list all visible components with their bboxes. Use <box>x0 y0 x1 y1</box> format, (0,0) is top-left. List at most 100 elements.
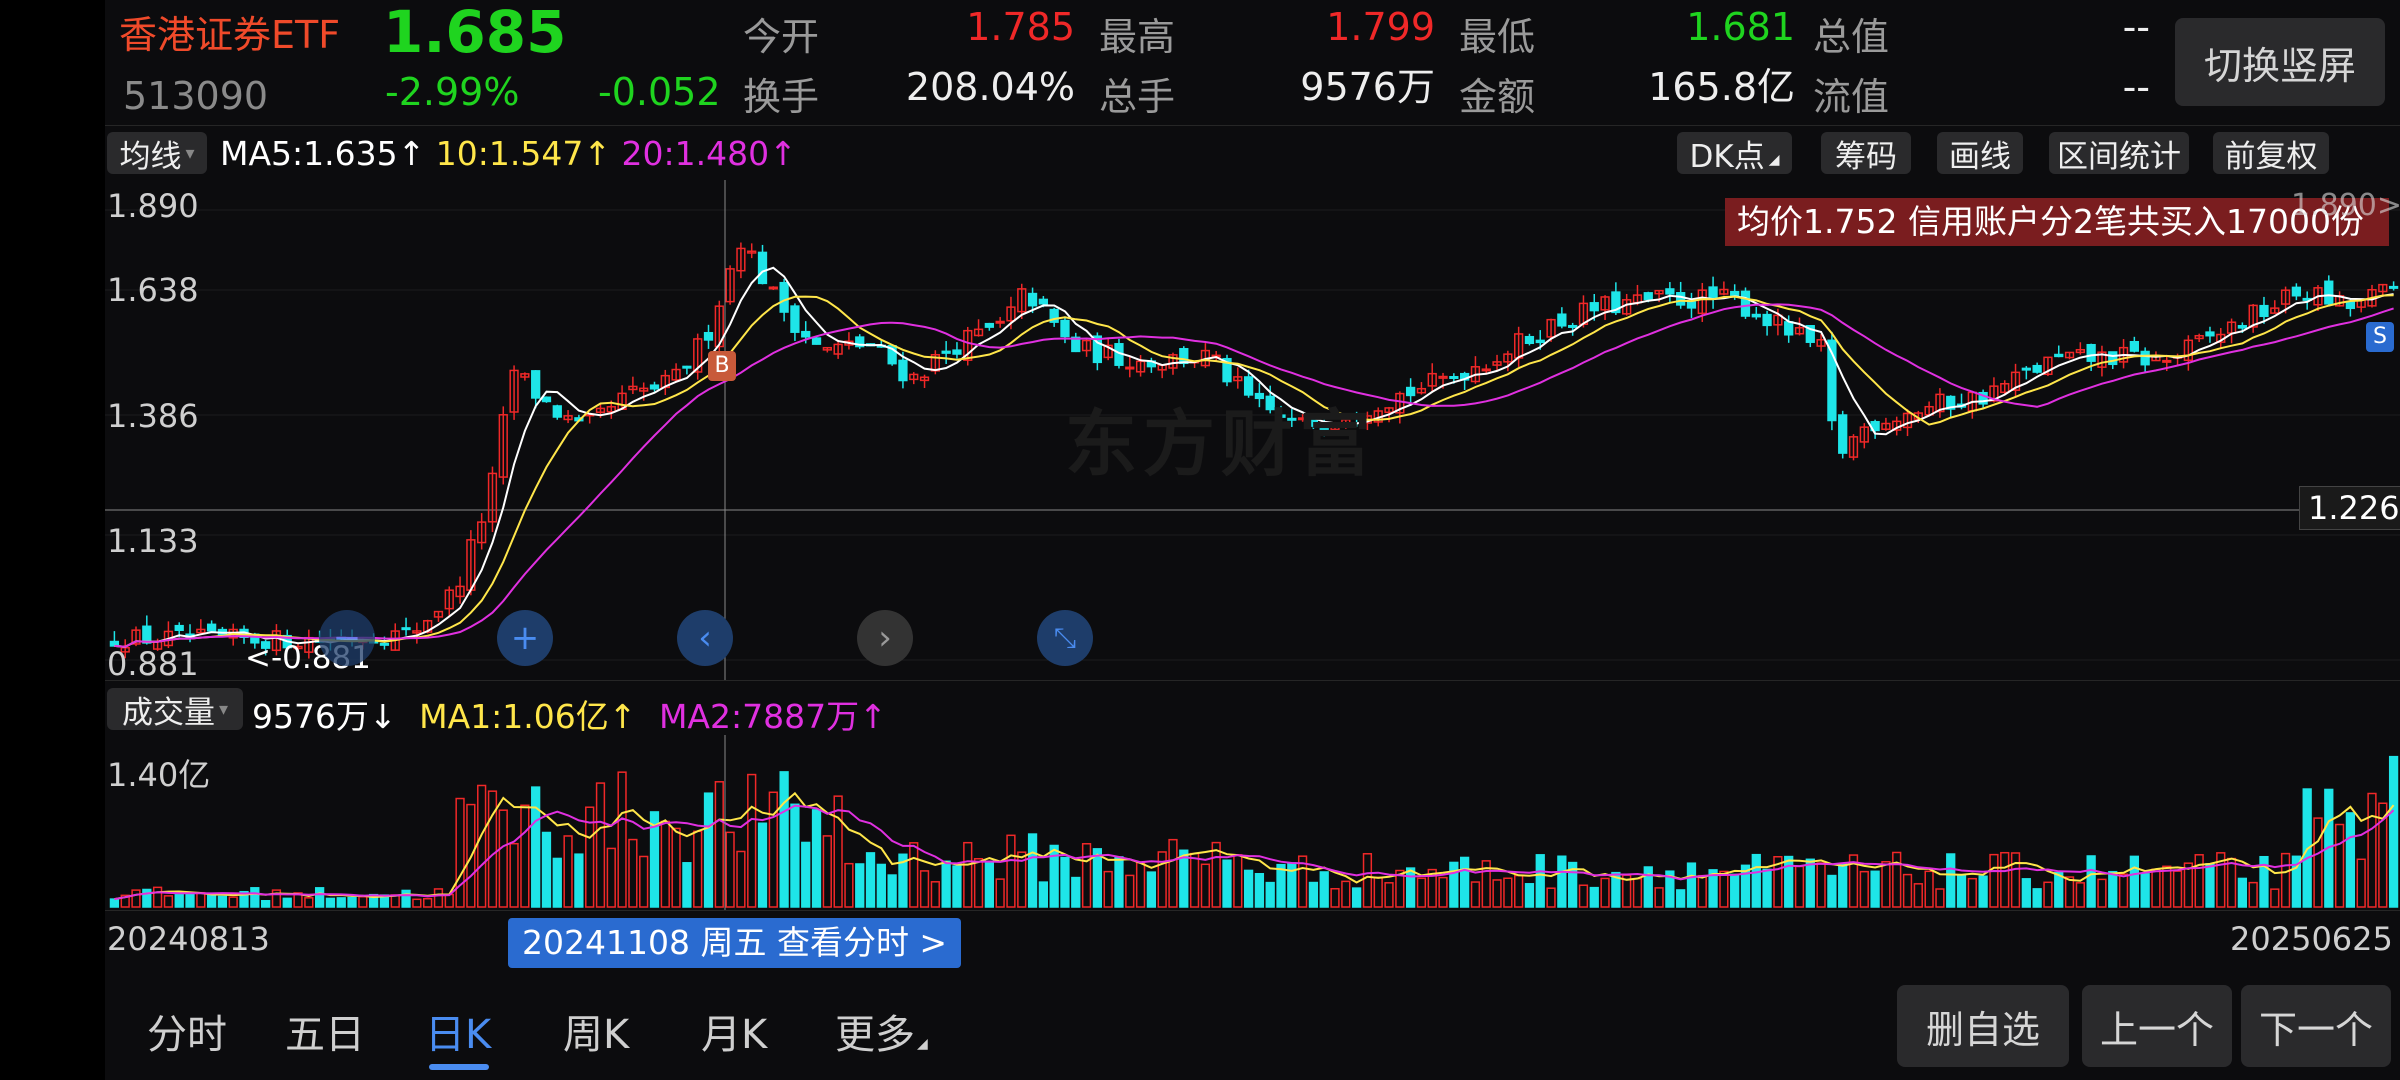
volume-bar <box>1146 871 1157 908</box>
volume-bar <box>1913 883 1923 908</box>
previous-security-button[interactable]: 上一个 <box>2082 985 2232 1067</box>
volume-bar <box>1222 859 1232 908</box>
candle-body <box>174 624 184 632</box>
volume-bar <box>876 863 886 908</box>
volume-bar <box>822 835 832 908</box>
dk-point-button[interactable]: DK点 ◢ <box>1677 132 1792 175</box>
tab-weekly-k[interactable]: 周K <box>563 1002 629 1060</box>
volume-bar <box>1060 856 1070 908</box>
collapse-icon[interactable]: ⤡ <box>1037 610 1093 666</box>
candle-body <box>1676 292 1686 306</box>
vol-ma1-arrow: ↑ <box>608 697 637 736</box>
candle-body <box>2129 341 2139 352</box>
prev-icon[interactable]: ‹ <box>677 610 733 666</box>
top-price-label: 1.890> <box>2291 188 2400 223</box>
tab-more[interactable]: 更多 ◢ <box>835 1002 928 1060</box>
chips-button[interactable]: 筹码 <box>1821 132 1911 175</box>
candle-body <box>2086 343 2096 362</box>
candle-body <box>541 396 552 403</box>
volume-bar <box>1654 887 1664 908</box>
volume-bar <box>1784 855 1794 908</box>
volume-bar <box>909 842 919 908</box>
candle-body <box>142 625 152 644</box>
volume-bar <box>1686 862 1697 908</box>
volume-axis-label: 1.40亿 <box>107 756 211 794</box>
price-axis-label: 1.638 <box>107 271 199 309</box>
volume-bar <box>595 782 606 908</box>
volume-bar <box>217 895 228 908</box>
range-stats-button[interactable]: 区间统计 <box>2049 132 2189 175</box>
candle-body <box>1784 321 1794 336</box>
date-popup-button[interactable]: 20241108 周五 查看分时 > <box>508 918 962 968</box>
stat-value: -- <box>2122 65 2150 109</box>
indicator-selector[interactable]: 均线 ▾ <box>107 132 207 175</box>
volume-bar <box>1168 838 1178 908</box>
volume-bar <box>855 863 865 908</box>
volume-bar <box>919 870 930 908</box>
volume-bar <box>260 900 271 908</box>
crosshair-price-label: 1.226 <box>2299 486 2400 530</box>
buy-marker[interactable]: B <box>708 351 736 381</box>
volume-bar <box>1967 877 1977 908</box>
draw-line-button[interactable]: 画线 <box>1937 132 2023 175</box>
volume-bar <box>1816 862 1826 908</box>
volume-bar <box>995 878 1005 908</box>
volume-bar <box>325 897 336 908</box>
change-pct: -2.99% <box>385 70 520 114</box>
stat-value: 1.681 <box>1686 5 1795 49</box>
volume-bar <box>768 791 778 908</box>
candle-body <box>1740 290 1751 317</box>
volume-bar <box>2205 863 2215 908</box>
candle-body <box>801 330 811 338</box>
volume-bar <box>1935 888 1945 908</box>
volume-bar <box>1384 882 1394 908</box>
stat-value: -- <box>2122 5 2150 49</box>
ma5-arrow: ↑ <box>397 134 426 173</box>
candle-body <box>1481 368 1491 372</box>
sell-marker[interactable]: S <box>2366 322 2394 352</box>
volume-bar <box>973 858 984 908</box>
volume-bar <box>477 784 487 908</box>
tab-daily-k[interactable]: 日K <box>425 1002 491 1060</box>
volume-chart[interactable] <box>105 735 2400 910</box>
remove-watchlist-button[interactable]: 删自选 <box>1897 985 2069 1067</box>
volume-bar <box>2367 792 2377 908</box>
volume-bar <box>1719 870 1729 908</box>
next-security-button[interactable]: 下一个 <box>2241 985 2391 1067</box>
volume-bar <box>1341 880 1351 908</box>
trade-banner: 均价1.752 信用账户分2笔共买入17000份 <box>1725 198 2389 246</box>
next-icon[interactable]: › <box>857 610 913 666</box>
zoom-in-icon[interactable]: + <box>497 610 553 666</box>
volume-bar <box>423 897 433 908</box>
volume-bar <box>984 860 994 908</box>
candle-body <box>2345 300 2356 310</box>
zoom-out-icon[interactable]: − <box>319 610 375 666</box>
candle-body <box>2324 280 2334 305</box>
forward-adjust-button[interactable]: 前复权 <box>2213 132 2329 175</box>
volume-bar <box>401 889 411 908</box>
volume-bar <box>1405 867 1416 908</box>
volume-bar <box>304 897 314 908</box>
volume-bar <box>2270 888 2280 908</box>
tab-monthly-k[interactable]: 月K <box>701 1002 767 1060</box>
candle-body <box>952 349 962 355</box>
volume-bar <box>2248 881 2258 908</box>
volume-bar <box>714 781 724 908</box>
candle-body <box>811 337 822 345</box>
candle-body <box>995 320 1005 324</box>
volume-bar <box>1989 853 1999 908</box>
stat-value: 1.785 <box>966 5 1075 49</box>
volume-bar <box>1276 863 1286 908</box>
switch-portrait-button[interactable]: 切换竖屏 <box>2175 18 2385 106</box>
ma10-value: 10:1.547 <box>435 134 584 173</box>
volume-selector[interactable]: 成交量 ▾ <box>107 688 243 731</box>
candle-body <box>1060 319 1070 338</box>
security-code: 513090 <box>123 74 269 118</box>
tab-five-day[interactable]: 五日 <box>285 1002 365 1060</box>
dk-point-label: DK点 <box>1689 138 1765 175</box>
price-axis-label: 1.890 <box>107 187 199 225</box>
volume-bar <box>844 862 854 908</box>
volume-bar <box>1805 858 1815 908</box>
tab-timeshare[interactable]: 分时 <box>147 1002 227 1060</box>
volume-bar <box>1470 881 1481 908</box>
